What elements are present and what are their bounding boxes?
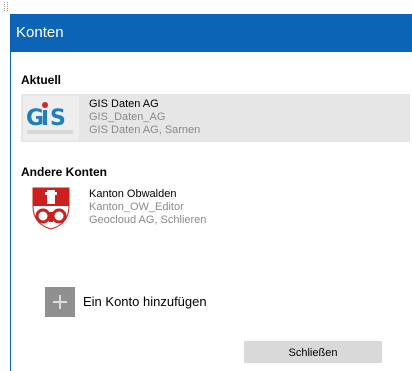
window-top-strip	[0, 0, 412, 14]
svg-text:S: S	[50, 106, 66, 131]
section-others-label: Andere Konten	[21, 165, 108, 179]
dialog-title: Konten	[16, 24, 64, 41]
plus-icon	[45, 287, 75, 317]
current-account-item[interactable]: G S GIS Daten AG GIS_Daten_AG GIS Daten …	[21, 94, 410, 142]
gis-logo-icon: G S	[23, 96, 79, 140]
svg-text:G: G	[26, 106, 44, 131]
add-account-label: Ein Konto hinzufügen	[83, 294, 207, 309]
window-left-border	[10, 14, 11, 371]
grip-icon	[4, 2, 8, 11]
account-org: GIS Daten AG, Sarnen	[89, 124, 201, 136]
dialog-header: Konten	[10, 14, 412, 52]
section-current-label: Aktuell	[21, 73, 62, 87]
account-name: Kanton Obwalden	[89, 188, 177, 200]
account-user: Kanton_OW_Editor	[89, 201, 184, 213]
add-account-button[interactable]: Ein Konto hinzufügen	[45, 287, 265, 317]
other-account-text: Kanton Obwalden Kanton_OW_Editor Geoclou…	[89, 188, 206, 227]
account-org: Geocloud AG, Schlieren	[89, 214, 207, 226]
other-account-item[interactable]: Kanton Obwalden Kanton_OW_Editor Geoclou…	[21, 184, 410, 232]
current-account-text: GIS Daten AG GIS_Daten_AG GIS Daten AG, …	[89, 98, 200, 137]
close-button[interactable]: Schließen	[244, 341, 382, 363]
account-name: GIS Daten AG	[89, 98, 159, 110]
obwalden-crest-icon	[32, 187, 70, 230]
account-user: GIS_Daten_AG	[89, 111, 166, 123]
